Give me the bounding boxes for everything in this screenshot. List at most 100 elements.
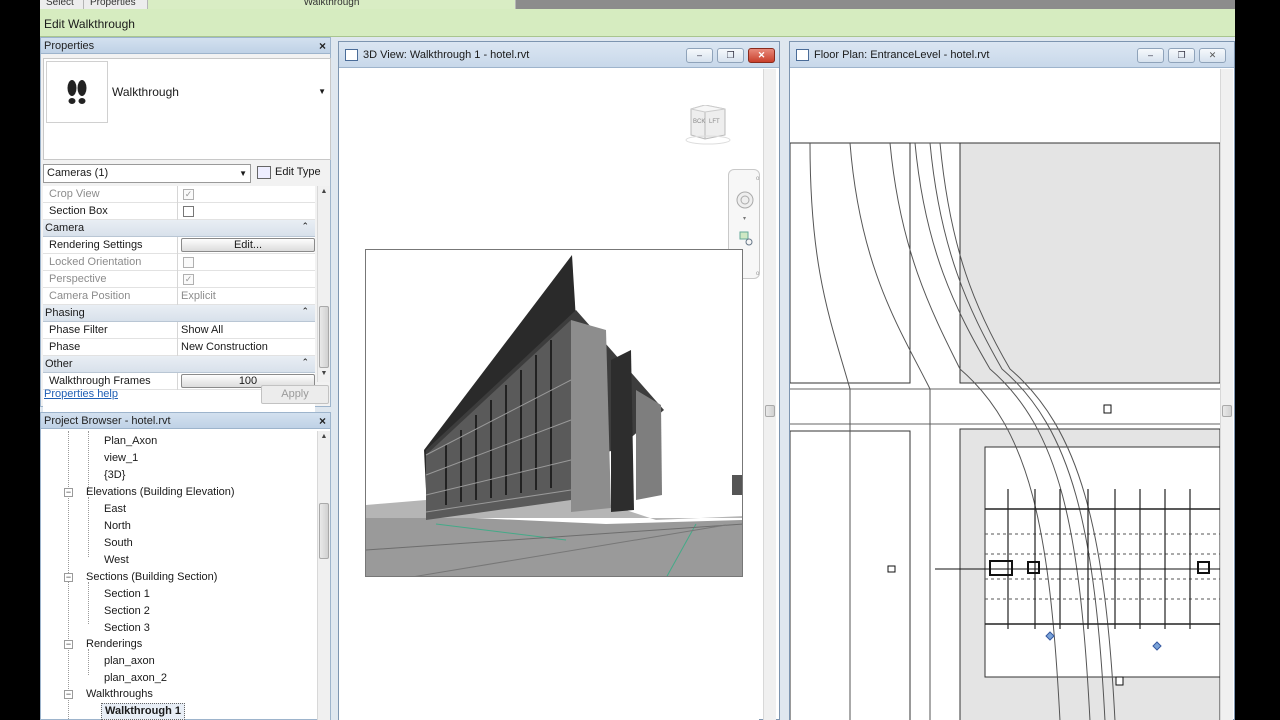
project-browser-title: Project Browser - hotel.rvt <box>44 415 171 427</box>
phase-value[interactable]: New Construction <box>179 339 315 356</box>
restore-button[interactable]: ❐ <box>1168 48 1195 63</box>
collapse-icon[interactable]: − <box>64 640 73 649</box>
collapse-icon[interactable]: ⌃ <box>301 357 309 368</box>
close-icon[interactable]: × <box>319 38 326 54</box>
section-box-checkbox[interactable] <box>183 206 194 217</box>
edit-type-icon <box>257 166 271 179</box>
restore-button[interactable]: ❐ <box>717 48 744 63</box>
perspective-checkbox[interactable]: ✓ <box>183 274 194 285</box>
floor-plan-icon <box>796 49 809 61</box>
tree-item-walkthroughs[interactable]: Walkthroughs <box>86 686 153 703</box>
tree-item-north[interactable]: North <box>104 518 131 535</box>
scroll-up-icon[interactable]: ▲ <box>318 186 330 198</box>
prop-row-crop-view: Crop View ✓ <box>43 186 315 203</box>
prop-label: Section Box <box>43 203 178 220</box>
prop-row-phase-filter: Phase Filter Show All <box>43 322 315 339</box>
prop-label: Phase <box>43 339 178 356</box>
prop-label: Rendering Settings <box>43 237 178 254</box>
minimize-button[interactable]: ‒ <box>1137 48 1164 63</box>
tree-item-sections[interactable]: Sections (Building Section) <box>86 569 217 586</box>
context-panel: Edit Walkthrough <box>40 9 1235 37</box>
tree-item-elevations[interactable]: Elevations (Building Elevation) <box>86 484 235 501</box>
view-3d-canvas[interactable]: BCK LFT ▾ o o <box>339 69 760 720</box>
screen-edge <box>1235 0 1280 720</box>
edit-type-button[interactable]: Edit Type <box>257 164 321 183</box>
walkthrough-camera-view[interactable] <box>365 249 743 577</box>
tree-item-plan-axon-2[interactable]: plan_axon_2 <box>104 670 167 687</box>
floor-plan-canvas[interactable] <box>790 69 1220 720</box>
tree-item-walkthrough-1[interactable]: Walkthrough 1 <box>101 703 185 720</box>
ribbon-context-tab[interactable]: Walkthrough <box>148 0 516 9</box>
tree-item-plan-axon[interactable]: Plan_Axon <box>104 433 157 450</box>
scroll-thumb[interactable] <box>319 306 329 368</box>
prop-group-label: Phasing <box>45 307 85 319</box>
view-3d-scrollbar[interactable] <box>763 69 776 720</box>
scroll-down-icon[interactable]: ▼ <box>318 368 330 380</box>
tree-item-section-2[interactable]: Section 2 <box>104 603 150 620</box>
viewcube-face-left[interactable]: LFT <box>709 119 720 125</box>
svg-text:o: o <box>756 176 760 182</box>
floor-plan-title: Floor Plan: EntranceLevel - hotel.rvt <box>814 49 990 61</box>
edit-type-label: Edit Type <box>275 166 321 178</box>
scroll-up-icon[interactable]: ▲ <box>318 431 330 443</box>
viewcube-face-back[interactable]: BCK <box>693 119 705 125</box>
collapse-icon[interactable]: − <box>64 690 73 699</box>
prop-group-other[interactable]: Other ⌃ <box>43 356 315 373</box>
collapse-icon[interactable]: − <box>64 488 73 497</box>
close-button[interactable]: ✕ <box>748 48 775 63</box>
tree-item-section-3[interactable]: Section 3 <box>104 620 150 637</box>
scroll-thumb[interactable] <box>319 503 329 559</box>
tree-item-3d[interactable]: {3D} <box>104 467 125 484</box>
scroll-thumb[interactable] <box>1222 405 1232 417</box>
collapse-icon[interactable]: ⌃ <box>301 221 309 232</box>
revit-app: Select Properties Walkthrough Edit Walkt… <box>40 0 1235 720</box>
properties-header: Properties × <box>41 38 330 54</box>
camera-position-value: Explicit <box>181 290 216 302</box>
view-window-floor-plan: Floor Plan: EntranceLevel - hotel.rvt ‒ … <box>789 41 1235 720</box>
prop-label: Perspective <box>43 271 178 288</box>
view-window-3d: 3D View: Walkthrough 1 - hotel.rvt ‒ ❐ ✕… <box>338 41 780 720</box>
properties-help-link[interactable]: Properties help <box>44 388 118 400</box>
prop-row-section-box: Section Box <box>43 203 315 220</box>
tree-item-west[interactable]: West <box>104 552 129 569</box>
svg-text:▾: ▾ <box>743 216 746 222</box>
tree-item-renderings[interactable]: Renderings <box>86 636 142 653</box>
close-button[interactable]: ✕ <box>1199 48 1226 63</box>
collapse-icon[interactable]: − <box>64 573 73 582</box>
ribbon-tab-select[interactable]: Select <box>40 0 84 9</box>
chevron-down-icon[interactable]: ▼ <box>318 87 326 96</box>
tree-item-south[interactable]: South <box>104 535 133 552</box>
phase-filter-value[interactable]: Show All <box>179 322 315 339</box>
rendering-settings-edit-button[interactable]: Edit... <box>181 238 315 252</box>
prop-row-camera-position: Camera Position Explicit <box>43 288 315 305</box>
prop-group-camera[interactable]: Camera ⌃ <box>43 220 315 237</box>
prop-group-phasing[interactable]: Phasing ⌃ <box>43 305 315 322</box>
prop-label: Camera Position <box>43 288 178 305</box>
properties-palette: Properties × Walkthrough ▼ Cameras (1) ▼… <box>40 37 331 414</box>
ribbon-tab-properties[interactable]: Properties <box>84 0 148 9</box>
instance-filter-dropdown[interactable]: Cameras (1) ▼ <box>43 164 251 183</box>
scroll-thumb[interactable] <box>765 405 775 417</box>
tree-item-plan-axon-render[interactable]: plan_axon <box>104 653 155 670</box>
apply-button[interactable]: Apply <box>261 385 329 404</box>
floor-plan-scrollbar[interactable] <box>1220 69 1233 720</box>
properties-scrollbar[interactable]: ▲ ▼ <box>317 186 330 382</box>
project-tree: Plan_Axon view_1 {3D} − Elevations (Buil… <box>41 431 317 720</box>
prop-row-rendering-settings: Rendering Settings Edit... <box>43 237 315 254</box>
properties-title: Properties <box>44 40 95 52</box>
project-browser: Project Browser - hotel.rvt × Plan_Axon … <box>40 412 331 720</box>
type-selector[interactable]: Walkthrough ▼ <box>43 58 331 160</box>
tree-item-view-1[interactable]: view_1 <box>104 450 138 467</box>
crop-view-checkbox[interactable]: ✓ <box>183 189 194 200</box>
tree-item-east[interactable]: East <box>104 501 126 518</box>
viewcube[interactable]: BCK LFT <box>685 104 731 145</box>
minimize-button[interactable]: ‒ <box>686 48 713 63</box>
tree-item-section-1[interactable]: Section 1 <box>104 586 150 603</box>
locked-orientation-checkbox[interactable] <box>183 257 194 268</box>
properties-grid: Crop View ✓ Section Box Camera ⌃ Renderi… <box>43 186 315 414</box>
close-icon[interactable]: × <box>319 413 326 429</box>
view-3d-titlebar: 3D View: Walkthrough 1 - hotel.rvt ‒ ❐ ✕ <box>339 42 779 68</box>
prop-row-perspective: Perspective ✓ <box>43 271 315 288</box>
collapse-icon[interactable]: ⌃ <box>301 306 309 317</box>
browser-scrollbar[interactable]: ▲ <box>317 431 330 720</box>
